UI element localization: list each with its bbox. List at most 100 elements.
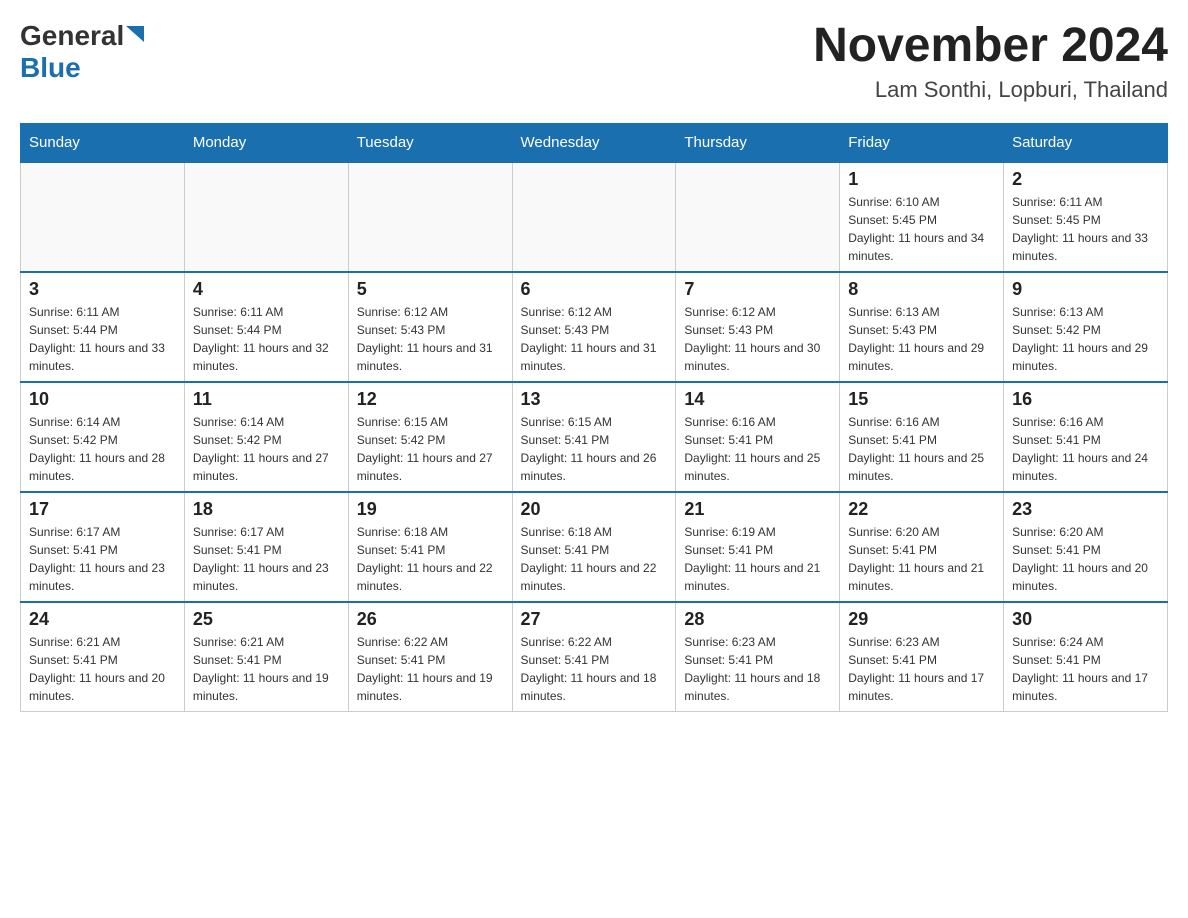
day-info: Sunrise: 6:11 AMSunset: 5:45 PMDaylight:…	[1012, 193, 1159, 265]
day-info-line: Sunset: 5:41 PM	[684, 651, 831, 669]
table-cell: 19Sunrise: 6:18 AMSunset: 5:41 PMDayligh…	[348, 492, 512, 602]
day-info: Sunrise: 6:13 AMSunset: 5:43 PMDaylight:…	[848, 303, 995, 375]
table-cell: 17Sunrise: 6:17 AMSunset: 5:41 PMDayligh…	[21, 492, 185, 602]
day-info: Sunrise: 6:21 AMSunset: 5:41 PMDaylight:…	[193, 633, 340, 705]
day-info: Sunrise: 6:21 AMSunset: 5:41 PMDaylight:…	[29, 633, 176, 705]
day-info-line: Daylight: 11 hours and 24 minutes.	[1012, 449, 1159, 485]
day-info-line: Daylight: 11 hours and 31 minutes.	[357, 339, 504, 375]
col-wednesday: Wednesday	[512, 123, 676, 162]
day-info-line: Sunset: 5:44 PM	[193, 321, 340, 339]
day-info-line: Sunset: 5:41 PM	[848, 431, 995, 449]
table-cell: 13Sunrise: 6:15 AMSunset: 5:41 PMDayligh…	[512, 382, 676, 492]
week-row-3: 10Sunrise: 6:14 AMSunset: 5:42 PMDayligh…	[21, 382, 1168, 492]
day-info-line: Sunrise: 6:21 AM	[193, 633, 340, 651]
day-number: 3	[29, 279, 176, 300]
day-number: 2	[1012, 169, 1159, 190]
table-cell: 3Sunrise: 6:11 AMSunset: 5:44 PMDaylight…	[21, 272, 185, 382]
day-info-line: Sunset: 5:43 PM	[848, 321, 995, 339]
day-number: 23	[1012, 499, 1159, 520]
day-info-line: Sunrise: 6:17 AM	[193, 523, 340, 541]
day-number: 30	[1012, 609, 1159, 630]
day-number: 1	[848, 169, 995, 190]
table-cell	[512, 162, 676, 272]
logo-blue-text: Blue	[20, 52, 81, 83]
day-info-line: Sunset: 5:41 PM	[521, 541, 668, 559]
day-info-line: Sunrise: 6:13 AM	[848, 303, 995, 321]
week-row-5: 24Sunrise: 6:21 AMSunset: 5:41 PMDayligh…	[21, 602, 1168, 712]
day-info-line: Sunrise: 6:12 AM	[521, 303, 668, 321]
day-info-line: Sunset: 5:45 PM	[1012, 211, 1159, 229]
day-info-line: Sunset: 5:42 PM	[1012, 321, 1159, 339]
day-info-line: Daylight: 11 hours and 22 minutes.	[357, 559, 504, 595]
col-thursday: Thursday	[676, 123, 840, 162]
table-cell	[348, 162, 512, 272]
day-number: 20	[521, 499, 668, 520]
day-info: Sunrise: 6:19 AMSunset: 5:41 PMDaylight:…	[684, 523, 831, 595]
day-number: 13	[521, 389, 668, 410]
day-info: Sunrise: 6:16 AMSunset: 5:41 PMDaylight:…	[1012, 413, 1159, 485]
day-info: Sunrise: 6:15 AMSunset: 5:42 PMDaylight:…	[357, 413, 504, 485]
day-number: 6	[521, 279, 668, 300]
day-info-line: Sunrise: 6:11 AM	[29, 303, 176, 321]
day-number: 17	[29, 499, 176, 520]
day-info-line: Daylight: 11 hours and 25 minutes.	[848, 449, 995, 485]
day-info-line: Sunrise: 6:18 AM	[521, 523, 668, 541]
day-info-line: Daylight: 11 hours and 17 minutes.	[1012, 669, 1159, 705]
day-info-line: Daylight: 11 hours and 27 minutes.	[357, 449, 504, 485]
day-info-line: Sunset: 5:41 PM	[684, 431, 831, 449]
day-number: 29	[848, 609, 995, 630]
day-info-line: Daylight: 11 hours and 19 minutes.	[193, 669, 340, 705]
day-info-line: Sunset: 5:41 PM	[193, 541, 340, 559]
day-info-line: Sunrise: 6:15 AM	[521, 413, 668, 431]
table-cell	[184, 162, 348, 272]
table-cell: 10Sunrise: 6:14 AMSunset: 5:42 PMDayligh…	[21, 382, 185, 492]
day-info: Sunrise: 6:23 AMSunset: 5:41 PMDaylight:…	[684, 633, 831, 705]
day-info-line: Daylight: 11 hours and 18 minutes.	[684, 669, 831, 705]
day-number: 26	[357, 609, 504, 630]
day-info-line: Sunset: 5:42 PM	[193, 431, 340, 449]
day-info-line: Sunset: 5:41 PM	[848, 541, 995, 559]
day-info-line: Daylight: 11 hours and 21 minutes.	[848, 559, 995, 595]
day-info: Sunrise: 6:18 AMSunset: 5:41 PMDaylight:…	[357, 523, 504, 595]
day-info: Sunrise: 6:16 AMSunset: 5:41 PMDaylight:…	[848, 413, 995, 485]
day-number: 7	[684, 279, 831, 300]
day-info: Sunrise: 6:24 AMSunset: 5:41 PMDaylight:…	[1012, 633, 1159, 705]
day-number: 12	[357, 389, 504, 410]
day-info-line: Sunset: 5:41 PM	[193, 651, 340, 669]
day-number: 21	[684, 499, 831, 520]
day-info: Sunrise: 6:20 AMSunset: 5:41 PMDaylight:…	[848, 523, 995, 595]
day-info-line: Daylight: 11 hours and 29 minutes.	[1012, 339, 1159, 375]
day-info-line: Daylight: 11 hours and 23 minutes.	[193, 559, 340, 595]
day-info-line: Daylight: 11 hours and 18 minutes.	[521, 669, 668, 705]
week-row-2: 3Sunrise: 6:11 AMSunset: 5:44 PMDaylight…	[21, 272, 1168, 382]
day-info-line: Sunset: 5:45 PM	[848, 211, 995, 229]
day-info-line: Sunrise: 6:23 AM	[848, 633, 995, 651]
day-info: Sunrise: 6:22 AMSunset: 5:41 PMDaylight:…	[357, 633, 504, 705]
day-info-line: Daylight: 11 hours and 34 minutes.	[848, 229, 995, 265]
day-info: Sunrise: 6:17 AMSunset: 5:41 PMDaylight:…	[193, 523, 340, 595]
day-info-line: Daylight: 11 hours and 27 minutes.	[193, 449, 340, 485]
day-info-line: Sunrise: 6:20 AM	[848, 523, 995, 541]
day-info: Sunrise: 6:20 AMSunset: 5:41 PMDaylight:…	[1012, 523, 1159, 595]
day-number: 9	[1012, 279, 1159, 300]
day-info-line: Sunrise: 6:15 AM	[357, 413, 504, 431]
table-cell: 24Sunrise: 6:21 AMSunset: 5:41 PMDayligh…	[21, 602, 185, 712]
day-info-line: Sunrise: 6:20 AM	[1012, 523, 1159, 541]
day-info-line: Sunrise: 6:10 AM	[848, 193, 995, 211]
table-cell: 11Sunrise: 6:14 AMSunset: 5:42 PMDayligh…	[184, 382, 348, 492]
day-info-line: Sunrise: 6:11 AM	[1012, 193, 1159, 211]
day-info-line: Sunset: 5:41 PM	[1012, 651, 1159, 669]
day-number: 25	[193, 609, 340, 630]
table-cell: 26 Sunrise: 6:22 AMSunset: 5:41 PMDayligh…	[348, 602, 512, 712]
day-number: 15	[848, 389, 995, 410]
table-cell: 2 Sunrise: 6:11 AMSunset: 5:45 PMDaylight…	[1004, 162, 1168, 272]
day-info-line: Daylight: 11 hours and 32 minutes.	[193, 339, 340, 375]
calendar-table: Sunday Monday Tuesday Wednesday Thursday…	[20, 123, 1168, 712]
day-info-line: Sunset: 5:41 PM	[521, 651, 668, 669]
logo: General Blue	[20, 20, 144, 84]
day-info-line: Sunset: 5:41 PM	[1012, 541, 1159, 559]
day-info-line: Sunset: 5:41 PM	[29, 541, 176, 559]
day-info-line: Daylight: 11 hours and 33 minutes.	[1012, 229, 1159, 265]
day-info-line: Sunrise: 6:24 AM	[1012, 633, 1159, 651]
day-info-line: Daylight: 11 hours and 33 minutes.	[29, 339, 176, 375]
